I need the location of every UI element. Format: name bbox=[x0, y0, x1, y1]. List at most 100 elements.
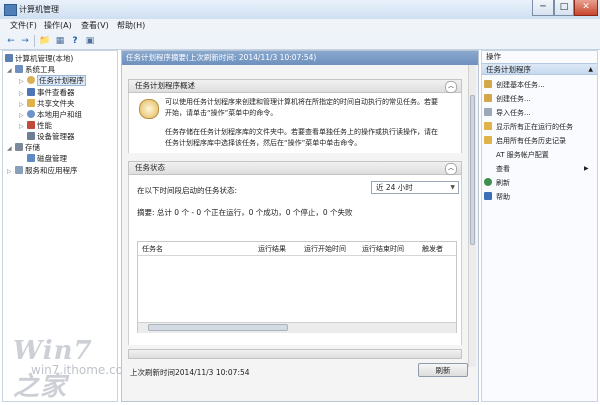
action-label: 创建基本任务... bbox=[496, 81, 545, 89]
expand-arrow-icon[interactable]: ▷ bbox=[19, 76, 27, 87]
tree-node-disk-management[interactable]: 磁盘管理 bbox=[27, 153, 67, 164]
overview-section-header[interactable]: 任务计划程序概述 ︿ bbox=[128, 79, 462, 93]
tree-label: 本地用户和组 bbox=[37, 110, 82, 119]
status-section-header[interactable]: 任务状态 ︿ bbox=[128, 161, 462, 175]
action-pane-header: 操作 bbox=[486, 52, 501, 61]
show-hide-tree-icon[interactable]: ▦ bbox=[54, 35, 66, 47]
tools-icon bbox=[15, 65, 23, 73]
period-select-value: 近 24 小时 bbox=[376, 183, 413, 192]
performance-icon bbox=[27, 121, 35, 129]
shared-folder-icon bbox=[27, 99, 35, 107]
running-tasks-icon bbox=[484, 122, 492, 130]
create-basic-task-icon bbox=[484, 80, 492, 88]
clock-icon bbox=[139, 99, 159, 119]
tree-label: 磁盘管理 bbox=[37, 154, 67, 163]
console-tree: 计算机管理(本地) ◢ 系统工具 ▷ 任务计划程序 ▷ 事件查看器 ▷ 共享文件夹 ▷ 本… bbox=[2, 50, 135, 402]
action-import-task[interactable]: 导入任务... bbox=[484, 106, 596, 120]
overview-title: 任务计划程序概述 bbox=[135, 81, 195, 90]
action-label: 导入任务... bbox=[496, 109, 531, 117]
col-triggered-by[interactable]: 触发者 bbox=[422, 244, 443, 255]
next-section-header[interactable] bbox=[128, 349, 462, 359]
action-label: 启用所有任务历史记录 bbox=[496, 137, 566, 145]
chevron-down-icon: ▼ bbox=[450, 184, 455, 191]
close-button[interactable]: ✕ bbox=[574, 0, 598, 16]
last-refresh-text: 上次刷新时间2014/11/3 10:07:54 bbox=[130, 368, 250, 377]
tree-node-computer-management[interactable]: 计算机管理(本地) bbox=[5, 53, 73, 64]
tree-node-storage[interactable]: ◢ 存储 bbox=[7, 142, 40, 153]
status-prompt: 在以下时间段启动的任务状态: bbox=[137, 186, 238, 195]
menu-file[interactable]: 文件(F) bbox=[6, 20, 41, 32]
tree-node-task-scheduler[interactable]: ▷ 任务计划程序 bbox=[19, 75, 86, 86]
menu-view[interactable]: 查看(V) bbox=[77, 20, 113, 32]
maximize-button[interactable]: □ bbox=[554, 0, 574, 16]
services-icon bbox=[15, 166, 23, 174]
expand-arrow-icon[interactable]: ▷ bbox=[7, 166, 15, 177]
minimize-button[interactable]: ─ bbox=[532, 0, 554, 16]
status-section-body: 在以下时间段启动的任务状态: 近 24 小时 ▼ 摘要: 总计 0 个 - 0 … bbox=[128, 175, 462, 345]
back-icon[interactable]: ← bbox=[5, 35, 17, 47]
up-folder-icon[interactable]: 📁 bbox=[39, 35, 51, 47]
action-label: 创建任务... bbox=[496, 95, 531, 103]
collapse-arrow-icon[interactable]: ◢ bbox=[7, 65, 15, 76]
tree-node-performance[interactable]: ▷ 性能 bbox=[19, 120, 52, 131]
task-status-grid[interactable]: 任务名 运行结果 运行开始时间 运行结束时间 触发者 bbox=[137, 241, 457, 333]
scroll-thumb[interactable] bbox=[470, 95, 475, 245]
action-help[interactable]: 帮助 bbox=[484, 190, 596, 204]
watermark-url: win7.ithome.com bbox=[31, 363, 135, 377]
period-select[interactable]: 近 24 小时 ▼ bbox=[371, 181, 459, 194]
overview-text-line: 可以使用任务计划程序来创建和管理计算机将在所指定的时间自动执行的常见任务。若要 bbox=[165, 98, 438, 106]
refresh-button[interactable]: 刷新 bbox=[418, 363, 468, 377]
task-scheduler-summary-pane: 任务计划程序摘要(上次刷新时间: 2014/11/3 10:07:54) 任务计… bbox=[121, 50, 479, 402]
action-label: 查看 bbox=[496, 165, 510, 173]
refresh-icon bbox=[484, 178, 492, 186]
col-run-result[interactable]: 运行结果 bbox=[258, 244, 286, 255]
tree-node-system-tools[interactable]: ◢ 系统工具 bbox=[7, 64, 55, 75]
action-create-basic-task[interactable]: 创建基本任务... bbox=[484, 78, 596, 92]
tree-label: 系统工具 bbox=[25, 65, 55, 74]
storage-icon bbox=[15, 143, 23, 151]
col-task-name[interactable]: 任务名 bbox=[142, 244, 163, 255]
submenu-arrow-icon: ▶ bbox=[584, 165, 589, 172]
tree-label: 任务计划程序 bbox=[37, 75, 86, 86]
grid-header: 任务名 运行结果 运行开始时间 运行结束时间 触发者 bbox=[138, 244, 456, 256]
action-show-running-tasks[interactable]: 显示所有正在运行的任务 bbox=[484, 120, 596, 134]
tree-node-local-users[interactable]: ▷ 本地用户和组 bbox=[19, 109, 82, 120]
col-run-start[interactable]: 运行开始时间 bbox=[304, 244, 346, 255]
horizontal-scrollbar[interactable] bbox=[138, 322, 456, 333]
action-view[interactable]: 查看 ▶ bbox=[484, 162, 600, 176]
overview-text-line: 开始，请单击“操作”菜单中的命令。 bbox=[165, 109, 278, 117]
action-at-service-config[interactable]: AT 服务帐户配置 bbox=[484, 148, 600, 162]
vertical-scrollbar[interactable] bbox=[468, 65, 476, 367]
collapse-up-icon[interactable]: ▲ bbox=[588, 64, 593, 76]
tree-node-services-apps[interactable]: ▷ 服务和应用程序 bbox=[7, 165, 78, 176]
overview-section-body: 可以使用任务计划程序来创建和管理计算机将在所指定的时间自动执行的常见任务。若要 … bbox=[128, 93, 462, 153]
expand-arrow-icon[interactable]: ▷ bbox=[19, 121, 27, 132]
tree-node-shared-folders[interactable]: ▷ 共享文件夹 bbox=[19, 98, 75, 109]
overview-paragraph-1: 可以使用任务计划程序来创建和管理计算机将在所指定的时间自动执行的常见任务。若要 … bbox=[165, 97, 455, 119]
action-enable-history[interactable]: 启用所有任务历史记录 bbox=[484, 134, 596, 148]
tree-label: 设备管理器 bbox=[37, 132, 75, 141]
action-refresh[interactable]: 刷新 bbox=[484, 176, 596, 190]
show-hide-action-pane-icon[interactable]: ▣ bbox=[84, 35, 96, 47]
title-bar: 计算机管理 ─ □ ✕ bbox=[0, 0, 600, 20]
collapse-section-icon[interactable]: ︿ bbox=[445, 163, 457, 175]
create-task-icon bbox=[484, 94, 492, 102]
action-section-task-scheduler[interactable]: 任务计划程序 ▲ bbox=[482, 63, 597, 75]
action-create-task[interactable]: 创建任务... bbox=[484, 92, 596, 106]
forward-icon[interactable]: → bbox=[19, 35, 31, 47]
computer-management-icon bbox=[4, 4, 17, 16]
menu-action[interactable]: 操作(A) bbox=[40, 20, 76, 32]
window-title: 计算机管理 bbox=[19, 5, 59, 14]
help-icon[interactable]: ? bbox=[69, 35, 81, 47]
collapse-section-icon[interactable]: ︿ bbox=[445, 81, 457, 93]
tree-node-device-manager[interactable]: 设备管理器 bbox=[27, 131, 75, 142]
collapse-arrow-icon[interactable]: ◢ bbox=[7, 143, 15, 154]
col-run-end[interactable]: 运行结束时间 bbox=[362, 244, 404, 255]
device-manager-icon bbox=[27, 132, 35, 140]
overview-text-line: 任务计划程序库中选择该任务，然后在“操作”菜单中单击命令。 bbox=[165, 139, 362, 147]
scroll-thumb[interactable] bbox=[148, 324, 288, 331]
tree-node-event-viewer[interactable]: ▷ 事件查看器 bbox=[19, 87, 75, 98]
clock-icon bbox=[27, 76, 35, 84]
action-section-title: 任务计划程序 bbox=[486, 65, 531, 74]
menu-help[interactable]: 帮助(H) bbox=[113, 20, 149, 32]
